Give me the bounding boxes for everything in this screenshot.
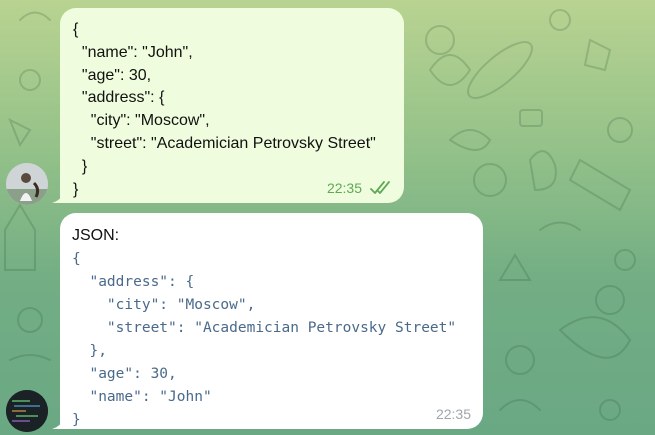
message-time: 22:35	[435, 406, 471, 422]
outgoing-message-bubble[interactable]: { "name": "John", "age": 30, "address": …	[52, 8, 404, 203]
code-block[interactable]: { "address": { "city": "Moscow", "street…	[72, 248, 456, 432]
bubble-tail	[52, 189, 66, 203]
message-meta: 22:35	[436, 406, 471, 422]
chat-window: { "messages": [ { "direction": "outgoing…	[0, 0, 655, 435]
avatar-photo	[6, 390, 48, 432]
bot-avatar[interactable]	[6, 390, 48, 432]
message-meta: 22:35	[327, 180, 392, 196]
incoming-message-bubble[interactable]: JSON: { "address": { "city": "Moscow", "…	[52, 213, 483, 432]
avatar-photo	[6, 163, 48, 205]
bubble-tail	[52, 415, 66, 429]
message-text: { "name": "John", "age": 30, "address": …	[73, 21, 376, 198]
message-label: JSON:	[72, 227, 120, 244]
double-check-icon	[370, 181, 390, 194]
message-time: 22:35	[326, 180, 362, 196]
user-avatar[interactable]	[6, 163, 48, 205]
